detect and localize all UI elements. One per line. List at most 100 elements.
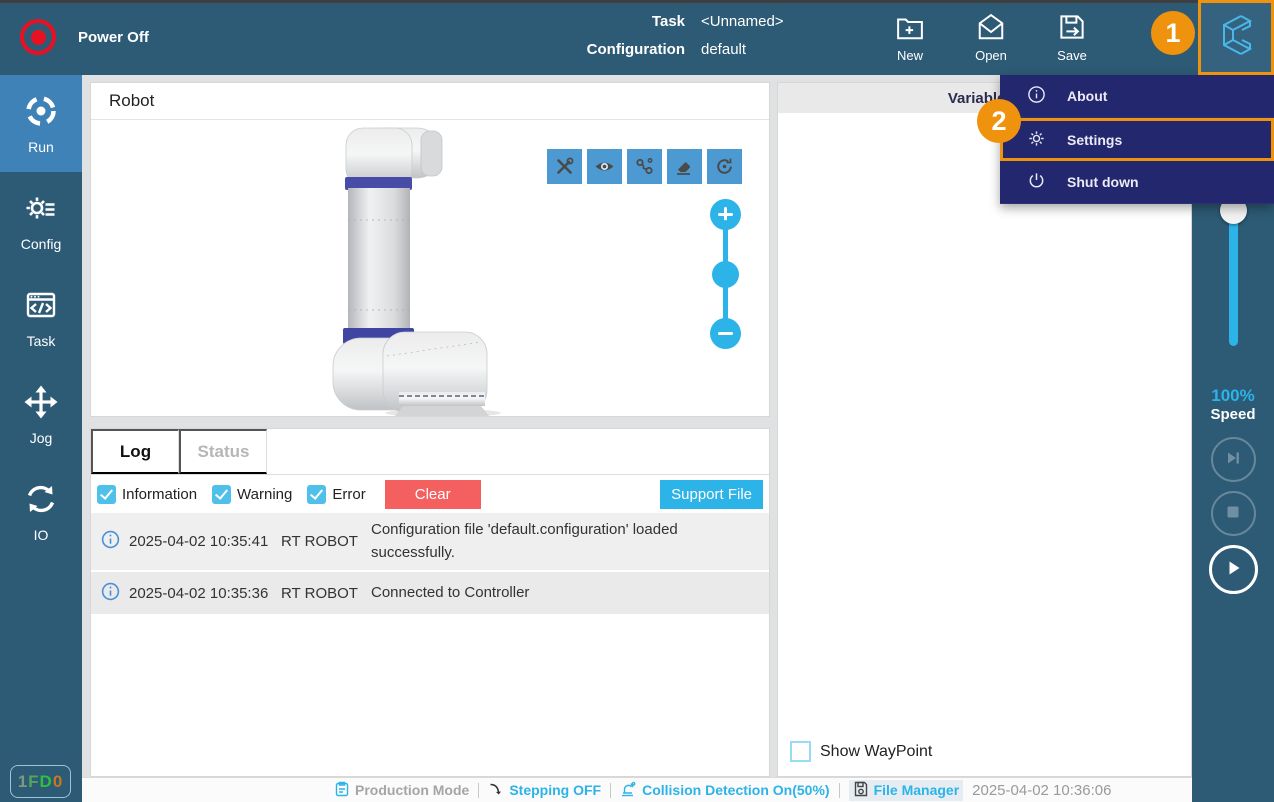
new-folder-icon — [895, 12, 925, 45]
menu-item-label: Shut down — [1067, 174, 1139, 190]
play-button[interactable] — [1208, 545, 1258, 594]
file-actions: New Open Save — [878, 0, 1104, 75]
jog-arrows-icon — [23, 384, 59, 423]
sidebar-item-label: Run — [28, 138, 54, 155]
information-checkbox-label: Information — [122, 485, 198, 503]
menu-item-label: About — [1067, 88, 1108, 104]
collision-detection-label: Collision Detection On(50%) — [642, 782, 830, 798]
sidebar-item-label: Task — [26, 332, 56, 349]
status-bar: Production Mode Stepping OFF Collision D… — [82, 777, 1192, 802]
clear-log-button[interactable]: Clear — [384, 479, 481, 509]
power-status-label: Power Off — [78, 28, 149, 46]
info-circle-icon — [101, 530, 120, 553]
production-mode-status[interactable]: Production Mode — [334, 781, 469, 800]
collision-robot-icon — [620, 781, 637, 800]
visibility-button[interactable] — [587, 149, 622, 184]
stop-button[interactable] — [1210, 491, 1256, 536]
production-clipboard-icon — [334, 781, 350, 800]
log-entry-message: Configuration file 'default.configuratio… — [371, 521, 678, 561]
stepping-status[interactable]: Stepping OFF — [488, 781, 601, 800]
tab-log[interactable]: Log — [91, 429, 179, 474]
power-icon — [1027, 171, 1046, 193]
save-button[interactable]: Save — [1040, 12, 1104, 63]
power-off-icon — [20, 19, 56, 55]
speed-slider-track[interactable] — [1229, 212, 1238, 346]
new-button-label: New — [896, 48, 923, 63]
new-button[interactable]: New — [878, 12, 942, 63]
open-envelope-icon — [976, 12, 1006, 45]
gear-icon — [1027, 129, 1046, 151]
device-code-char: D — [39, 771, 53, 791]
production-mode-label: Production Mode — [355, 782, 470, 798]
sidebar-item-io[interactable]: IO — [0, 463, 82, 560]
stop-icon — [1224, 503, 1242, 524]
warning-checkbox[interactable] — [212, 484, 232, 504]
status-separator — [610, 782, 612, 798]
tools-button[interactable] — [547, 149, 582, 184]
sidebar-item-label: Config — [20, 235, 62, 252]
sidebar-item-run[interactable]: Run — [0, 75, 82, 172]
zoom-out-button[interactable] — [710, 318, 741, 349]
log-entry: 2025-04-02 10:35:41 RT ROBOT Configurati… — [91, 513, 769, 570]
power-status[interactable]: Power Off — [20, 19, 149, 55]
menu-item-settings[interactable]: Settings — [1000, 118, 1274, 161]
error-checkbox[interactable] — [307, 484, 327, 504]
configuration-label: Configuration — [586, 41, 685, 58]
play-icon — [1223, 558, 1243, 581]
left-sidebar: Run Config Task Jog IO 1FD0 — [0, 75, 82, 802]
info-circle-icon — [101, 582, 120, 605]
sidebar-item-label: Jog — [29, 429, 53, 446]
log-entry-time: 2025-04-02 10:35:36 — [129, 584, 269, 602]
log-entry-list: 2025-04-02 10:35:41 RT ROBOT Configurati… — [91, 513, 769, 614]
tab-status[interactable]: Status — [179, 429, 267, 474]
error-checkbox-label: Error — [332, 485, 366, 503]
robot-view-toolbar — [547, 149, 742, 184]
status-separator — [478, 782, 480, 798]
task-code-icon — [23, 287, 59, 326]
configuration-value: default — [701, 41, 747, 58]
eraser-button[interactable] — [667, 149, 702, 184]
speed-value: 100% — [1211, 386, 1255, 405]
status-timestamp: 2025-04-02 10:36:06 — [972, 781, 1112, 799]
log-entry-time: 2025-04-02 10:35:41 — [129, 533, 269, 550]
device-code-char: F — [28, 771, 40, 791]
information-checkbox[interactable] — [97, 484, 116, 504]
skip-forward-button[interactable] — [1210, 437, 1256, 482]
task-value: <Unnamed> — [701, 13, 784, 30]
open-button[interactable]: Open — [959, 12, 1023, 63]
robot-3d-view — [91, 120, 769, 416]
annotation-step-2: 2 — [977, 99, 1021, 143]
menu-item-about[interactable]: About — [1000, 75, 1274, 118]
stepping-status-label: Stepping OFF — [509, 782, 602, 798]
app-menu-button[interactable] — [1198, 0, 1274, 75]
run-target-icon — [23, 93, 59, 132]
log-entry: 2025-04-02 10:35:36 RT ROBOT Connected t… — [91, 572, 769, 614]
open-button-label: Open — [975, 48, 1007, 63]
path-nodes-button[interactable] — [627, 149, 662, 184]
playback-controls — [1192, 437, 1274, 594]
show-waypoint-label: Show WayPoint — [820, 742, 933, 760]
info-icon — [1027, 85, 1046, 107]
task-label: Task — [651, 13, 685, 30]
sidebar-item-config[interactable]: Config — [0, 172, 82, 269]
cube-logo-icon — [1214, 12, 1258, 63]
top-bar: Power Off Task <Unnamed> Configuration d… — [0, 0, 1274, 75]
screen-top-edge — [0, 0, 1274, 3]
sidebar-item-jog[interactable]: Jog — [0, 366, 82, 463]
zoom-slider-knob[interactable] — [712, 261, 739, 288]
io-cycle-icon — [23, 481, 59, 520]
sidebar-item-task[interactable]: Task — [0, 269, 82, 366]
menu-item-label: Settings — [1067, 131, 1123, 148]
annotation-step-1: 1 — [1151, 11, 1195, 55]
skip-forward-icon — [1224, 449, 1242, 470]
log-entry-message: Connected to Controller — [371, 583, 530, 601]
menu-item-shutdown[interactable]: Shut down — [1000, 161, 1274, 204]
support-file-button[interactable]: Support File — [660, 479, 763, 509]
collision-detection-status[interactable]: Collision Detection On(50%) — [620, 781, 830, 800]
log-entry-source: RT ROBOT — [281, 584, 358, 602]
file-manager-link[interactable]: File Manager — [848, 779, 964, 801]
app-dropdown-menu: About Settings Shut down — [1000, 75, 1274, 204]
sidebar-item-label: IO — [33, 526, 49, 543]
show-waypoint-checkbox[interactable] — [790, 741, 811, 762]
reset-view-button[interactable] — [707, 149, 742, 184]
